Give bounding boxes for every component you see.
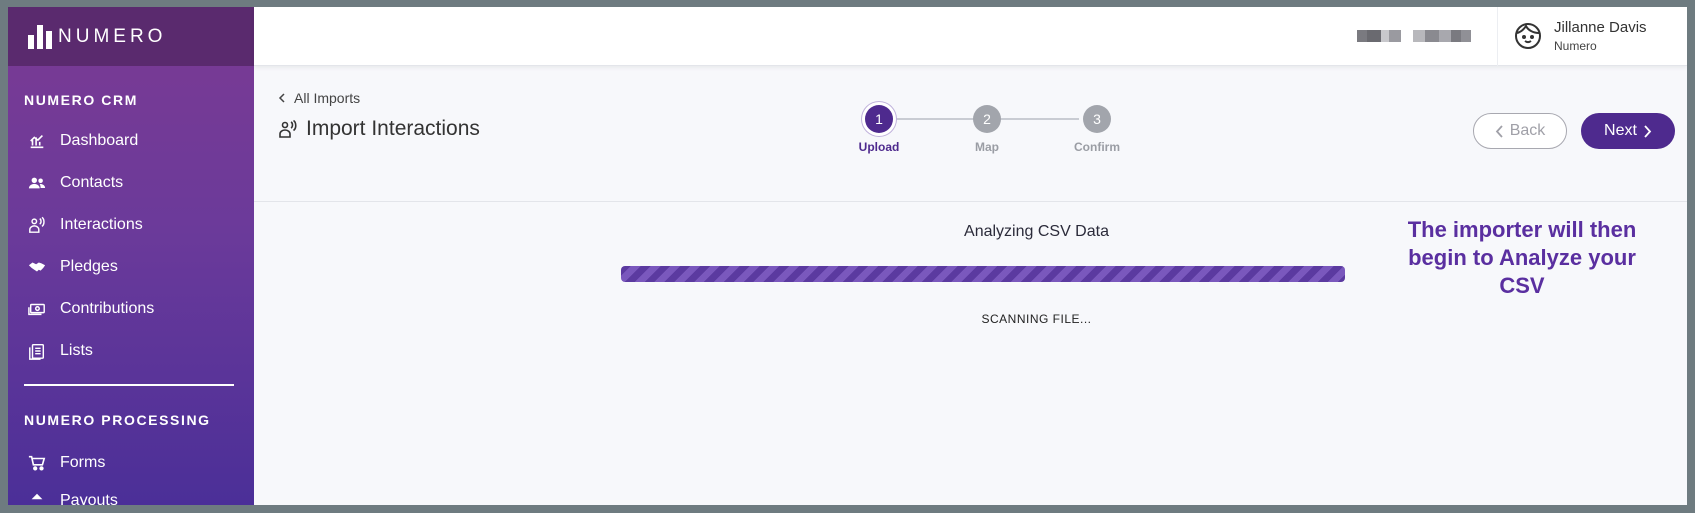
analysis-panel: Analyzing CSV Data SCANNING FILE... The …: [254, 202, 1687, 505]
chevron-left-icon: [278, 93, 285, 103]
sidebar-item-label: Contacts: [60, 174, 124, 191]
step-confirm[interactable]: 3 Confirm: [1067, 105, 1127, 154]
sidebar-item-label: Lists: [60, 342, 93, 359]
user-menu[interactable]: Jillanne Davis Numero: [1497, 7, 1669, 66]
sidebar-item-payouts[interactable]: Payouts: [8, 480, 254, 505]
money-icon: [27, 299, 47, 319]
sidebar-item-label: Interactions: [60, 216, 143, 233]
step-label: Map: [975, 140, 999, 154]
interactions-icon: [27, 215, 47, 235]
next-button[interactable]: Next: [1581, 113, 1675, 149]
chevron-right-icon: [1644, 124, 1652, 138]
step-label: Upload: [858, 140, 900, 154]
section-title-processing: NUMERO PROCESSING: [24, 412, 211, 428]
scan-status: SCANNING FILE...: [981, 312, 1092, 326]
sidebar: NUMERO NUMERO CRM Dashboard Contacts Int…: [8, 7, 254, 505]
sidebar-item-contacts[interactable]: Contacts: [8, 162, 254, 204]
chart-icon: [27, 131, 47, 151]
sidebar-item-pledges[interactable]: Pledges: [8, 246, 254, 288]
next-button-label: Next: [1604, 122, 1637, 139]
cart-icon: [27, 453, 47, 473]
section-title-crm: NUMERO CRM: [24, 92, 138, 108]
topbar: Jillanne Davis Numero: [254, 7, 1687, 66]
progress-bar: [621, 266, 1345, 282]
interactions-icon: [279, 119, 297, 138]
analyze-title: Analyzing CSV Data: [964, 223, 1109, 240]
step-number: 3: [1083, 105, 1111, 133]
sidebar-item-forms[interactable]: Forms: [8, 442, 254, 484]
avatar-icon: [1514, 22, 1542, 50]
list-icon: [27, 341, 47, 361]
import-header: All Imports Import Interactions 1 Upload…: [254, 66, 1687, 202]
user-name: Jillanne Davis: [1554, 19, 1647, 36]
import-stepper: 1 Upload 2 Map 3 Confirm: [849, 105, 1120, 165]
all-imports-label: All Imports: [294, 90, 361, 106]
handshake-icon: [27, 257, 47, 277]
chevron-left-icon: [1495, 124, 1503, 138]
step-label: Confirm: [1074, 140, 1120, 154]
step-number: 2: [973, 105, 1001, 133]
page-title-text: Import Interactions: [306, 117, 480, 140]
step-upload[interactable]: 1 Upload: [849, 105, 909, 154]
sidebar-divider: [24, 384, 234, 386]
sidebar-item-dashboard[interactable]: Dashboard: [8, 120, 254, 162]
user-org: Numero: [1554, 39, 1597, 53]
main-area: Jillanne Davis Numero All Imports Import…: [254, 7, 1687, 505]
sidebar-item-interactions[interactable]: Interactions: [8, 204, 254, 246]
all-imports-link[interactable]: All Imports: [278, 90, 360, 106]
back-button[interactable]: Back: [1473, 113, 1567, 149]
brand-name: NUMERO: [58, 25, 167, 47]
brand-header[interactable]: NUMERO: [8, 7, 254, 66]
numero-logo-icon: [28, 24, 52, 49]
sidebar-item-label: Payouts: [60, 492, 118, 505]
step-map[interactable]: 2 Map: [957, 105, 1017, 154]
tutorial-annotation: The importer will then begin to Analyze …: [1407, 217, 1637, 298]
sidebar-item-label: Forms: [60, 454, 106, 471]
payouts-icon: [27, 491, 47, 505]
back-button-label: Back: [1509, 122, 1546, 139]
app-window: NUMERO NUMERO CRM Dashboard Contacts Int…: [8, 7, 1687, 505]
sidebar-item-contributions[interactable]: Contributions: [8, 288, 254, 330]
sidebar-item-label: Dashboard: [60, 132, 139, 149]
step-number: 1: [865, 105, 893, 133]
redacted-info: [1357, 30, 1471, 42]
page-title: Import Interactions: [278, 117, 480, 141]
sidebar-item-lists[interactable]: Lists: [8, 330, 254, 372]
sidebar-item-label: Contributions: [60, 300, 155, 317]
sidebar-item-label: Pledges: [60, 258, 118, 275]
users-icon: [27, 173, 47, 193]
